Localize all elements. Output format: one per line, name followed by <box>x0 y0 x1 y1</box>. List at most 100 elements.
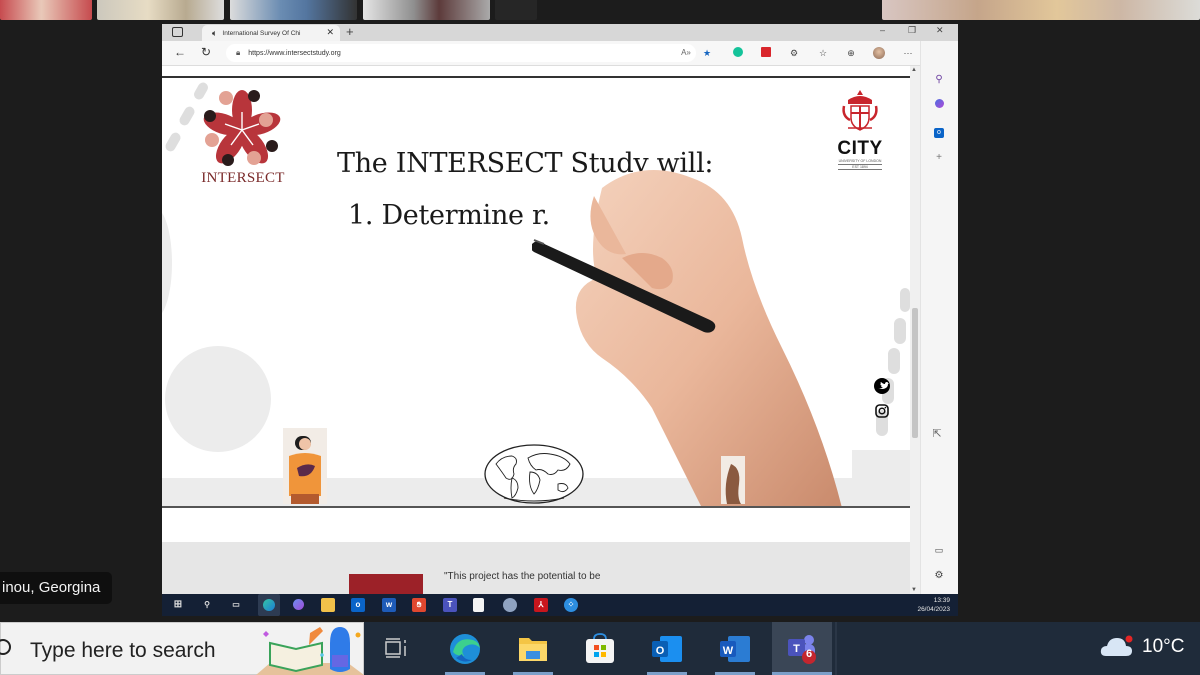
video-strip <box>0 0 1200 20</box>
woman-illustration <box>283 428 327 504</box>
back-button[interactable]: ← <box>174 45 186 59</box>
task-view-icon[interactable]: ▭ <box>229 598 243 612</box>
task-view-icon[interactable] <box>383 636 409 660</box>
svg-text:W: W <box>723 645 734 657</box>
network-icon[interactable] <box>503 598 517 612</box>
read-aloud-icon[interactable]: A» <box>680 47 692 59</box>
browser-tab[interactable]: 🔈︎ International Survey Of Chi ✕ <box>202 25 340 41</box>
profile-avatar[interactable] <box>873 47 885 59</box>
decor-dash <box>894 318 906 344</box>
shared-taskbar: ⊞ ⚲ ▭ o w ✋︎ T ⅄ ⁘ 13:39 26/04/2023 <box>162 594 958 616</box>
word-icon[interactable]: w <box>382 598 396 612</box>
scroll-down-icon[interactable]: ▼ <box>911 587 917 593</box>
cloud-icon <box>1100 635 1133 656</box>
refresh-button[interactable]: ↻ <box>201 45 211 59</box>
search-highlight-art <box>256 627 364 675</box>
address-bar-row: ← ↻ 🔒︎ https://www.intersectstudy.org A»… <box>162 41 958 66</box>
page-divider <box>162 506 910 508</box>
settings-icon[interactable]: ⚙︎ <box>932 569 946 583</box>
city-crest-icon <box>842 90 878 131</box>
favorites-icon[interactable]: ☆ <box>817 47 829 59</box>
speaker-icon[interactable]: 🔈︎ <box>212 28 217 39</box>
favorite-star-icon[interactable]: ★ <box>701 47 713 59</box>
sidebar-toggle-icon[interactable]: ▭ <box>932 543 946 557</box>
start-icon[interactable]: ⊞ <box>171 598 185 612</box>
scroll-up-icon[interactable]: ▲ <box>911 67 917 73</box>
restore-button[interactable]: ❐ <box>908 25 916 36</box>
taskbar-teams[interactable]: T 6 <box>772 622 832 675</box>
shared-screen: 🔈︎ International Survey Of Chi ✕ + – ❐ ✕… <box>162 24 958 616</box>
taskbar-edge[interactable] <box>435 622 495 675</box>
new-tab-button[interactable]: + <box>346 24 354 39</box>
edge-icon[interactable] <box>258 594 280 616</box>
decor-dash <box>900 288 910 312</box>
weather-widget[interactable]: 10°C <box>1100 634 1184 660</box>
video-tile-5[interactable] <box>495 0 537 20</box>
file-explorer-icon <box>519 637 547 661</box>
outlook-icon[interactable]: o <box>932 125 946 139</box>
world-map-globe-icon <box>484 444 584 504</box>
tab-title: International Survey Of Chi <box>222 29 301 37</box>
file-explorer-icon[interactable] <box>321 598 335 612</box>
app-blue-icon[interactable]: ⁘ <box>564 598 578 612</box>
extensions-icon[interactable]: ⚙︎ <box>788 47 800 59</box>
extension-red-icon[interactable] <box>760 47 772 59</box>
add-icon[interactable]: + <box>932 151 946 165</box>
svg-text:T: T <box>793 643 800 655</box>
teams-icon[interactable]: T <box>443 598 457 612</box>
windows-taskbar: Type here to search O W T 6 10°C <box>0 622 1200 675</box>
taskbar-microsoft-store[interactable] <box>570 622 630 675</box>
shared-time: 13:39 <box>933 597 950 604</box>
close-window-button[interactable]: ✕ <box>936 25 944 36</box>
taskbar-search-box[interactable]: Type here to search <box>0 622 364 675</box>
copilot-icon[interactable] <box>932 99 946 113</box>
taskbar-outlook[interactable]: O <box>637 622 697 675</box>
word-icon: W <box>720 635 750 662</box>
search-placeholder: Type here to search <box>30 639 216 662</box>
video-tile-6[interactable] <box>882 0 1200 20</box>
decor-circle <box>165 346 271 452</box>
tab-close-icon[interactable]: ✕ <box>326 27 334 38</box>
edge-sidebar: ⚲ o + ▭ ⚙︎ ⇱ <box>920 41 958 594</box>
grammarly-icon[interactable] <box>732 47 744 59</box>
video-tile-3[interactable] <box>230 0 357 20</box>
twitter-icon[interactable] <box>874 378 890 394</box>
taskbar-word[interactable]: W <box>705 622 765 675</box>
acrobat-icon[interactable]: ⅄ <box>534 598 548 612</box>
intersect-flower-icon <box>203 90 281 166</box>
participant-name-label: inou, Georgina <box>0 572 112 604</box>
video-tile-4[interactable] <box>363 0 490 20</box>
more-icon[interactable]: ··· <box>902 47 914 59</box>
url-field[interactable]: 🔒︎ https://www.intersectstudy.org <box>226 44 696 62</box>
app-red-icon[interactable]: ✋︎ <box>412 598 426 612</box>
web-page: INTERSECT CITY UNIVERSITY OF LONDON EST … <box>162 66 910 616</box>
outlook-icon[interactable]: o <box>351 598 365 612</box>
shared-clock[interactable]: 13:39 26/04/2023 <box>917 596 950 614</box>
video-tile-2[interactable] <box>97 0 224 20</box>
svg-text:O: O <box>656 645 665 657</box>
scroll-thumb[interactable] <box>912 308 918 438</box>
testimonial-image <box>349 574 423 594</box>
video-slide[interactable]: INTERSECT CITY UNIVERSITY OF LONDON EST … <box>162 78 910 506</box>
testimonial-quote: "This project has the potential to be <box>444 571 601 582</box>
edge-icon <box>450 633 480 664</box>
lock-icon[interactable]: 🔒︎ <box>236 48 240 58</box>
mouse-cursor-icon: ⇱ <box>932 428 942 440</box>
taskbar-file-explorer[interactable] <box>503 622 563 675</box>
search-icon[interactable]: ⚲ <box>200 598 214 612</box>
file-icon[interactable] <box>473 598 484 612</box>
search-icon[interactable]: ⚲ <box>932 73 946 87</box>
collections-icon[interactable]: ⊕ <box>845 47 857 59</box>
decor-dash <box>177 104 197 128</box>
teams-badge: 6 <box>806 648 813 660</box>
tab-actions-icon[interactable] <box>172 27 183 37</box>
instagram-icon[interactable] <box>875 404 891 420</box>
video-tile-1[interactable] <box>0 0 92 20</box>
screen: 🔈︎ International Survey Of Chi ✕ + – ❐ ✕… <box>0 0 1200 675</box>
decor-dash <box>163 130 183 154</box>
page-scrollbar[interactable]: ▲ ▼ <box>910 66 920 594</box>
copilot-icon[interactable] <box>291 598 305 612</box>
minimize-button[interactable]: – <box>880 25 885 35</box>
search-circle-icon <box>0 639 11 655</box>
teams-icon: T <box>788 634 816 664</box>
